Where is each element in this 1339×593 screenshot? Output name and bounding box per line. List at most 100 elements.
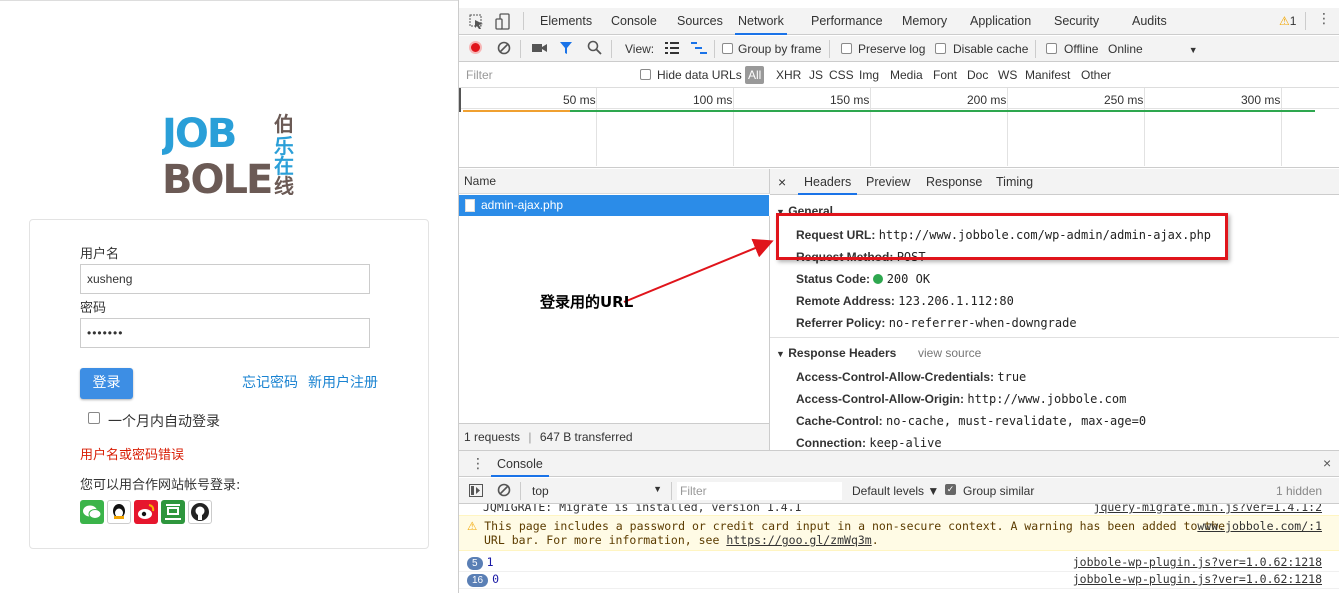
timeline-tick: 300 ms [1241,93,1281,107]
record-icon[interactable] [469,41,482,54]
tab-memory[interactable]: Memory [902,4,947,38]
console-filter-input[interactable]: Filter [677,482,842,500]
filter-type-img[interactable]: Img [859,68,879,82]
qq-icon[interactable] [107,500,131,524]
filter-type-xhr[interactable]: XHR [776,68,801,82]
throttle-value: Online [1108,42,1143,56]
inspect-element-icon[interactable] [469,14,485,33]
github-icon[interactable] [188,500,212,524]
view-label: View: [625,42,655,56]
console-source-link[interactable]: jobbole-wp-plugin.js?ver=1.0.62:1218 [1073,569,1322,589]
clear-icon[interactable] [497,41,511,58]
search-icon[interactable] [587,40,602,58]
waterfall-icon[interactable] [691,42,707,57]
chevron-down-icon: ▼ [1188,45,1198,55]
preserve-log-label: Preserve log [858,42,926,56]
request-row[interactable]: admin-ajax.php [459,195,769,216]
tab-timing[interactable]: Timing [996,169,1033,195]
login-page: JOB BOLE 伯 乐 在 线 用户名 xusheng 密码 ••••••• … [0,0,458,593]
console-message: JQMIGRATE: Migrate is installed, version… [459,504,1339,514]
wechat-icon[interactable] [80,500,104,524]
tab-application[interactable]: Application [970,4,1031,38]
devtools-menu-icon[interactable]: ⋮ [1317,11,1331,25]
filter-type-media[interactable]: Media [890,68,923,82]
response-headers-section-toggle[interactable]: ▼ Response Headers [776,346,896,360]
group-by-frame-label: Group by frame [738,42,822,56]
drawer-tab-console[interactable]: Console [491,451,549,477]
timeline-tick: 150 ms [830,93,870,107]
tab-sources[interactable]: Sources [677,4,723,38]
context-select[interactable]: top ▼ [532,484,662,498]
timeline-overview[interactable]: 50 ms 100 ms 150 ms 200 ms 250 ms 300 ms [459,88,1339,168]
hide-data-urls-checkbox[interactable] [640,69,651,80]
offline-label: Offline [1064,42,1099,56]
jobbole-logo: JOB BOLE 伯 乐 在 线 [159,107,298,203]
filter-type-manifest[interactable]: Manifest [1025,68,1070,82]
filter-type-all[interactable]: All [745,66,765,84]
device-toolbar-icon[interactable] [495,13,511,34]
filter-icon[interactable] [559,41,573,58]
filter-type-font[interactable]: Font [933,68,957,82]
tab-console[interactable]: Console [611,4,657,38]
network-filter-input[interactable]: Filter [463,66,626,84]
large-rows-icon[interactable] [665,42,679,57]
password-label: 密码 [80,301,107,316]
console-message: 16 0 jobbole-wp-plugin.js?ver=1.0.62:1218 [459,569,1339,589]
svg-text:伯: 伯 [274,112,294,136]
filter-type-ws[interactable]: WS [998,68,1017,82]
tab-security[interactable]: Security [1054,4,1099,38]
response-header-row: Access-Control-Allow-Origin: http://www.… [796,392,1127,406]
forgot-password-link[interactable]: 忘记密码 [242,372,298,392]
document-icon [465,199,475,212]
request-name: admin-ajax.php [481,198,564,212]
name-column-header[interactable]: Name [459,169,770,194]
filter-type-doc[interactable]: Doc [967,68,988,82]
tab-response[interactable]: Response [926,169,982,195]
context-value: top [532,484,549,498]
console-source-link[interactable]: jquery-migrate.min.js?ver=1.4.1:2 [1094,504,1322,514]
username-label: 用户名 [80,247,120,262]
annotation-arrow [623,238,774,303]
capture-screenshots-icon[interactable] [532,42,548,57]
tab-audits[interactable]: Audits [1132,4,1167,38]
douban-icon[interactable] [161,500,185,524]
tab-elements[interactable]: Elements [540,4,592,38]
password-input[interactable]: ••••••• [80,318,370,348]
group-similar-checkbox[interactable]: ✓ [945,484,956,495]
more-info-link[interactable]: https://goo.gl/zmWq3m [726,533,871,547]
weibo-icon[interactable] [134,500,158,524]
devtools-tabbar: Elements Console Sources Network Perform… [459,8,1339,35]
filter-type-css[interactable]: CSS [829,68,854,82]
view-source-link[interactable]: view source [918,346,981,360]
sidebar-toggle-icon[interactable] [469,484,483,500]
tab-performance[interactable]: Performance [811,4,883,38]
drawer-close-icon[interactable]: × [1323,455,1331,471]
throttle-select[interactable]: Online ▼ [1108,42,1198,56]
drawer-tabbar: ⋮ Console × [459,450,1339,477]
svg-text:JOB: JOB [162,111,235,157]
filter-type-other[interactable]: Other [1081,68,1111,82]
filter-type-js[interactable]: JS [809,68,823,82]
group-by-frame-checkbox[interactable] [722,43,733,54]
username-input[interactable]: xusheng [80,264,370,294]
tab-network[interactable]: Network [735,4,787,35]
remember-checkbox[interactable] [88,412,100,424]
offline-checkbox[interactable] [1046,43,1057,54]
error-message: 用户名或密码错误 [80,448,185,463]
disable-cache-checkbox[interactable] [935,43,946,54]
log-levels-select[interactable]: Default levels ▼ [852,484,939,498]
drawer-menu-icon[interactable]: ⋮ [471,455,485,471]
preserve-log-checkbox[interactable] [841,43,852,54]
annotation-highlight-box [776,213,1228,260]
clear-console-icon[interactable] [497,483,511,500]
close-icon[interactable]: × [778,169,786,195]
warning-counter[interactable]: ⚠1 [1279,14,1296,28]
tab-headers[interactable]: Headers [798,169,858,195]
login-button[interactable]: 登录 [80,368,133,399]
status-ok-icon [873,274,884,284]
warning-count: 1 [1289,14,1297,28]
tab-preview[interactable]: Preview [866,169,910,195]
register-link[interactable]: 新用户注册 [308,372,378,392]
console-source-link[interactable]: www.jobbole.com/:1 [1197,519,1322,533]
request-detail-tabs: × Headers Preview Response Timing [770,169,1339,195]
